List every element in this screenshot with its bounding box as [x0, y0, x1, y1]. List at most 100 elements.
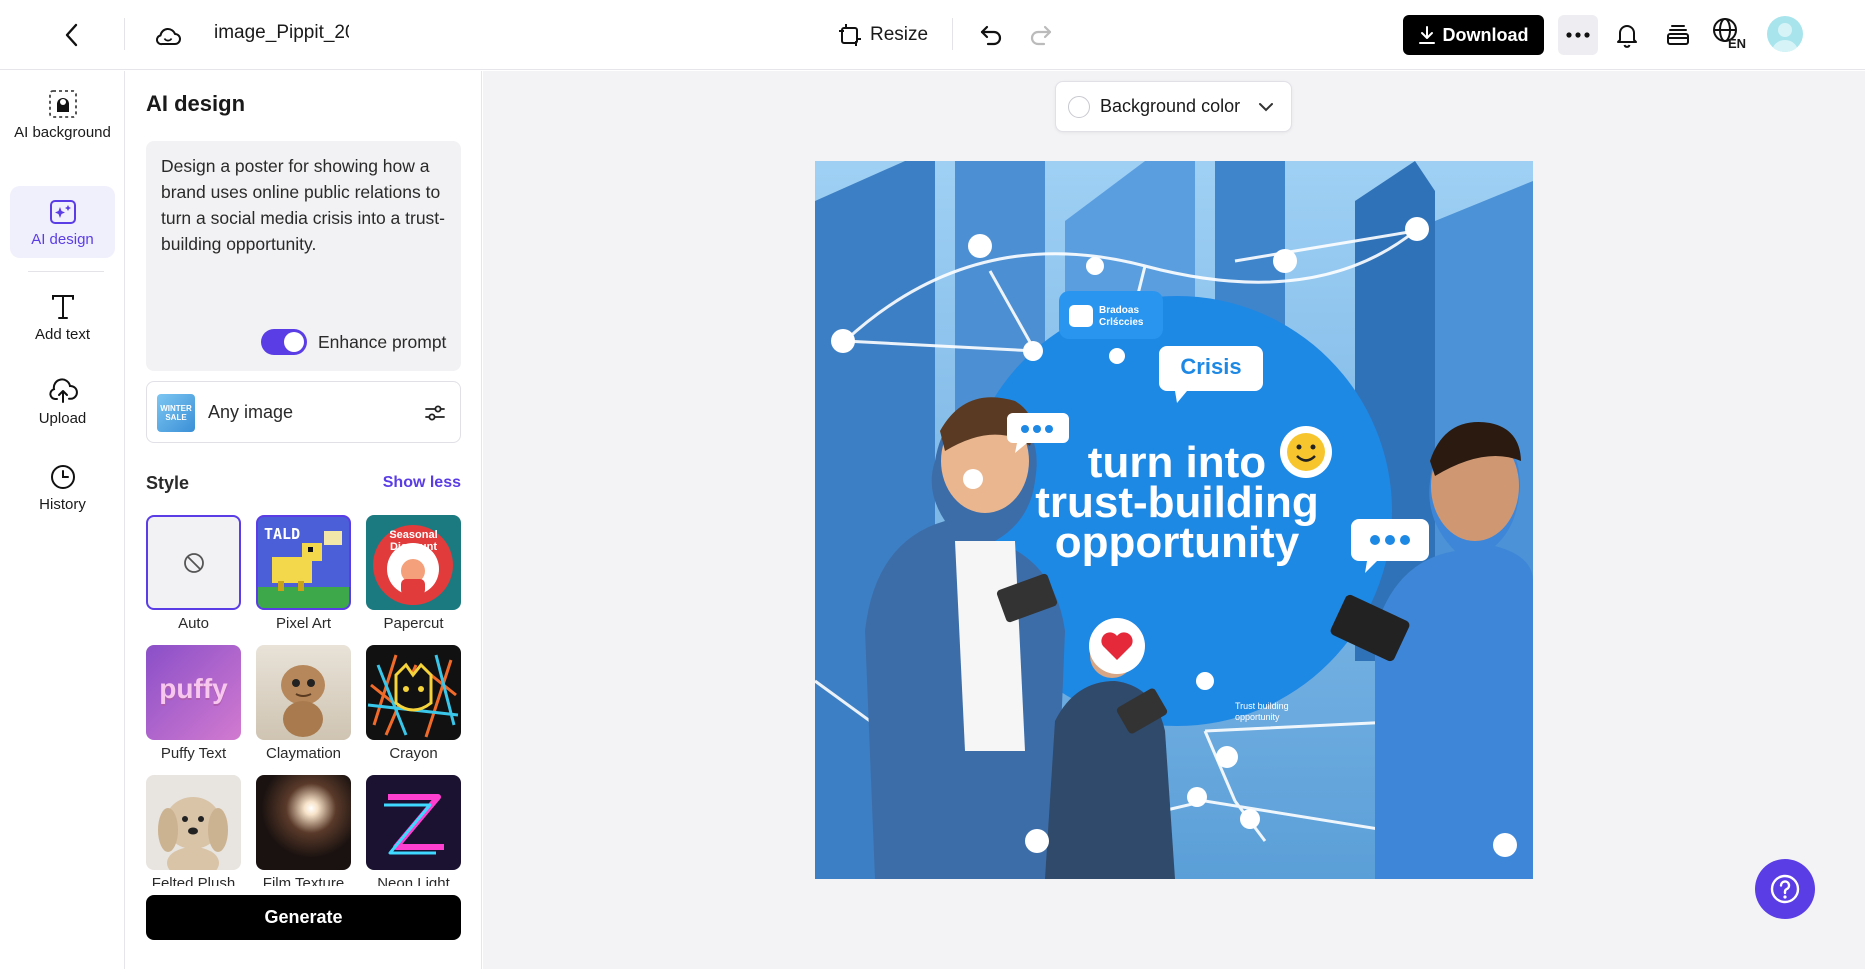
style-thumbnail-text: Seasonal Discount [389, 529, 438, 553]
help-button[interactable] [1755, 859, 1815, 919]
image-type-thumbnail: WINTER SALE [157, 394, 195, 432]
poster-small-caption: Trust building opportunity [1235, 701, 1289, 722]
generate-button[interactable]: Generate [146, 895, 461, 940]
enhance-prompt-label: Enhance prompt [318, 332, 447, 352]
undo-icon [980, 25, 1002, 46]
language-button[interactable]: EN [1712, 17, 1752, 55]
ai-background-icon [48, 90, 77, 118]
style-option-puffy-text[interactable]: puffy Puffy Text [146, 645, 241, 762]
help-icon [1770, 874, 1800, 904]
style-thumbnail: puffy [146, 645, 241, 740]
style-option-neon-light[interactable]: Neon Light [366, 775, 461, 886]
design-preview[interactable]: Bradoas Crlśccies Crisis turn into trust… [815, 161, 1533, 879]
poster-headline-2: trust-building [1035, 478, 1319, 527]
back-button[interactable] [56, 20, 86, 50]
rail-item-ai-background[interactable]: AI background [10, 89, 115, 171]
clock-icon [50, 465, 75, 489]
cloud-sync-icon[interactable] [152, 20, 184, 52]
style-option-film-texture[interactable]: Film Texture [256, 775, 351, 886]
style-thumbnail: TALD [256, 515, 351, 610]
image-type-select[interactable]: WINTER SALE Any image [146, 381, 461, 443]
style-label: Felted Plush [151, 875, 236, 886]
style-thumbnail [256, 645, 351, 740]
divider [952, 18, 953, 50]
sliders-icon[interactable] [422, 400, 448, 426]
divider [28, 271, 104, 272]
poster-badge-text: Bradoas Crlśccies [1099, 305, 1144, 328]
download-button[interactable]: Download [1403, 15, 1544, 55]
rail-item-add-text[interactable]: Add text [10, 293, 115, 353]
enhance-prompt-toggle[interactable] [261, 329, 307, 355]
redo-button[interactable] [1024, 18, 1058, 52]
style-label: Pixel Art [275, 615, 332, 632]
style-label: Crayon [389, 745, 438, 762]
show-less-link[interactable]: Show less [383, 474, 461, 492]
rail-label: AI background [14, 124, 111, 141]
rail-label: Add text [34, 326, 91, 343]
layers-button[interactable] [1661, 18, 1695, 52]
notifications-button[interactable] [1610, 18, 1644, 52]
language-label: EN [1728, 36, 1747, 51]
style-option-felted-plush[interactable]: Felted Plush [146, 775, 241, 886]
bell-icon [1617, 25, 1637, 48]
download-icon [1418, 26, 1435, 44]
style-label: Papercut [383, 615, 444, 632]
style-option-claymation[interactable]: Claymation [256, 645, 351, 762]
rail-item-ai-design[interactable]: AI design [10, 186, 115, 258]
style-thumbnail [146, 775, 241, 870]
canvas-area: Background color Bradoas Crlśccies Crisi… [483, 71, 1865, 969]
resize-button[interactable]: Resize [838, 17, 928, 53]
tool-rail: AI background AI design Add text Upload … [0, 71, 125, 969]
download-label: Download [1442, 24, 1529, 45]
panel-title: AI design [146, 91, 246, 116]
rail-item-history[interactable]: History [10, 463, 115, 523]
more-options-button[interactable] [1558, 15, 1598, 55]
style-label: Auto [178, 615, 209, 632]
style-heading: Style [146, 473, 190, 493]
resize-label: Resize [870, 24, 929, 45]
style-label: Puffy Text [160, 745, 227, 762]
style-thumbnail-text: puffy [159, 673, 228, 704]
poster-crisis-text: Crisis [1180, 354, 1242, 379]
resize-icon [839, 24, 861, 46]
style-option-papercut[interactable]: Seasonal Discount Papercut [366, 515, 461, 632]
top-bar: image_Pippit_20 Resize Download EN [0, 0, 1865, 70]
prompt-text[interactable]: Design a poster for showing how a brand … [161, 153, 451, 257]
upload-icon [48, 378, 78, 403]
more-icon [1566, 32, 1590, 38]
poster-headline-1: turn into [1087, 438, 1267, 487]
ai-design-icon [49, 200, 76, 224]
rail-label: Upload [38, 410, 87, 427]
ai-design-panel: AI design Design a poster for showing ho… [126, 71, 482, 969]
avatar[interactable] [1767, 16, 1803, 52]
style-option-auto[interactable]: Auto [146, 515, 241, 632]
style-label: Film Texture [262, 875, 345, 886]
text-icon [51, 295, 74, 319]
style-grid: Auto TALD Pixel Art Seasonal Discount Pa… [146, 515, 461, 886]
style-thumbnail-text: TALD [264, 525, 301, 543]
prompt-textarea[interactable]: Design a poster for showing how a brand … [146, 141, 461, 371]
layers-icon [1667, 25, 1689, 45]
divider [124, 18, 125, 50]
rail-label: History [39, 496, 86, 513]
chevron-left-icon [65, 23, 78, 47]
style-thumbnail [366, 775, 461, 870]
color-swatch [1068, 95, 1090, 118]
image-type-label: Any image [208, 402, 294, 422]
file-name-input[interactable]: image_Pippit_20 [214, 22, 349, 44]
poster-headline-3: opportunity [1054, 518, 1300, 567]
background-color-label: Background color [1100, 96, 1241, 116]
style-option-crayon[interactable]: Crayon [366, 645, 461, 762]
background-color-select[interactable]: Background color [1055, 81, 1292, 132]
style-thumbnail [146, 515, 241, 610]
style-label: Claymation [265, 745, 342, 762]
style-thumbnail [256, 775, 351, 870]
none-icon [183, 552, 204, 573]
style-thumbnail: Seasonal Discount [366, 515, 461, 610]
rail-label: AI design [31, 231, 94, 248]
undo-button[interactable] [974, 18, 1008, 52]
style-option-pixel-art[interactable]: TALD Pixel Art [256, 515, 351, 632]
redo-icon [1030, 25, 1052, 46]
style-thumbnail [366, 645, 461, 740]
rail-item-upload[interactable]: Upload [10, 377, 115, 437]
